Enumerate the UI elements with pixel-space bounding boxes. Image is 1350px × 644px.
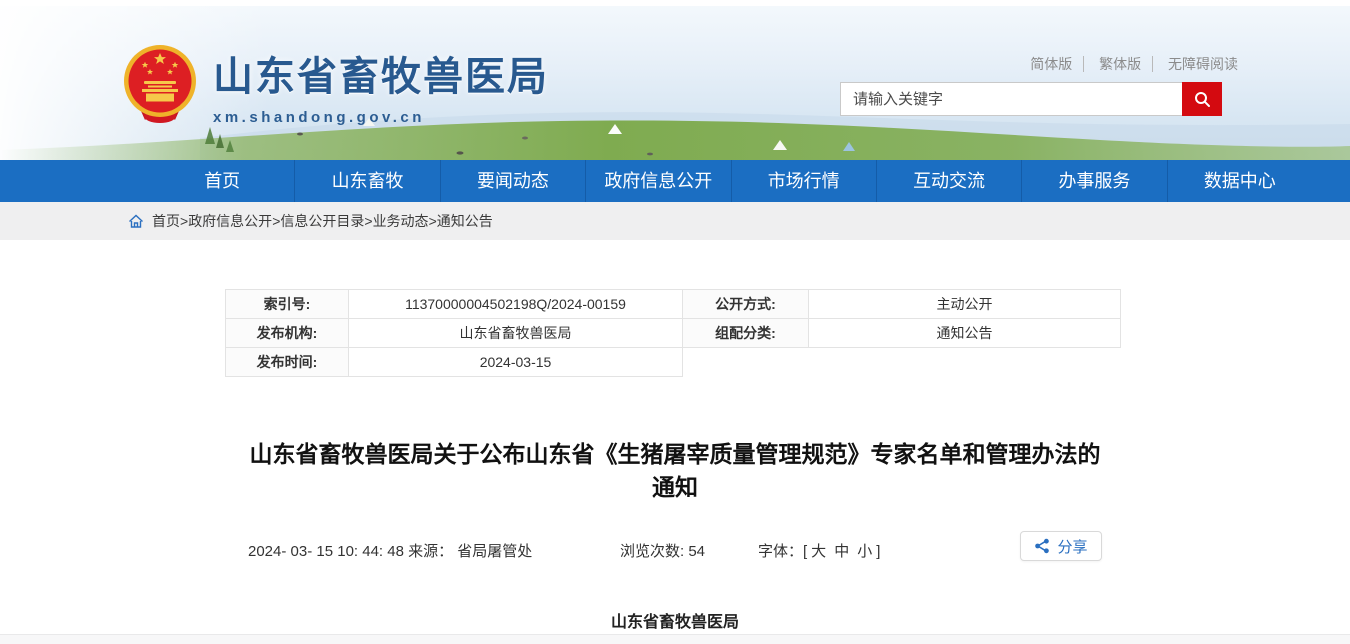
logo-text: 山东省畜牧兽医局 xm.shandong.gov.cn	[213, 44, 549, 126]
main-nav: 首页 山东畜牧 要闻动态 政府信息公开 市场行情 互动交流 办事服务 数据中心	[0, 160, 1350, 202]
search-button[interactable]	[1182, 82, 1222, 116]
category-label: 组配分类:	[683, 319, 809, 348]
top-links: 简体版 繁体版 无障碍阅读	[1019, 54, 1238, 74]
font-size-large-button[interactable]: 大	[811, 543, 826, 560]
nav-item-news[interactable]: 要闻动态	[440, 160, 585, 202]
home-icon[interactable]	[128, 214, 144, 229]
link-accessibility[interactable]: 无障碍阅读	[1157, 56, 1238, 72]
breadcrumb-separator: >	[429, 213, 437, 229]
header-banner: 山东省畜牧兽医局 xm.shandong.gov.cn 简体版 繁体版 无障碍阅…	[0, 6, 1350, 160]
bottom-strip	[0, 634, 1350, 644]
breadcrumb-gov-info[interactable]: 政府信息公开	[188, 211, 272, 231]
table-row: 发布时间: 2024-03-15	[226, 348, 1121, 377]
breadcrumb-home[interactable]: 首页	[152, 211, 180, 231]
nav-item-data-center[interactable]: 数据中心	[1167, 160, 1312, 202]
nav-item-services[interactable]: 办事服务	[1021, 160, 1166, 202]
index-number-value: 11370000004502198Q/2024-00159	[349, 290, 683, 319]
search-input[interactable]	[840, 82, 1182, 116]
national-emblem-logo	[123, 44, 197, 126]
site-logo-group[interactable]: 山东省畜牧兽医局 xm.shandong.gov.cn	[123, 44, 549, 126]
link-simplified-chinese[interactable]: 简体版	[1019, 56, 1084, 72]
publish-date-value: 2024-03-15	[349, 348, 683, 377]
breadcrumb-separator: >	[180, 213, 188, 229]
share-button[interactable]: 分享	[1020, 531, 1102, 561]
font-size-selector: 字体：[大中小]	[758, 540, 880, 561]
link-traditional-chinese[interactable]: 繁体版	[1088, 56, 1153, 72]
article-title: 山东省畜牧兽医局关于公布山东省《生猪屠宰质量管理规范》专家名单和管理办法的通知	[245, 438, 1105, 504]
table-row: 发布机构: 山东省畜牧兽医局 组配分类: 通知公告	[226, 319, 1121, 348]
share-button-label: 分享	[1057, 536, 1087, 557]
issuing-agency-label: 发布机构:	[226, 319, 349, 348]
publish-datetime-source: 2024- 03- 15 10: 44: 48 来源： 省局屠管处	[248, 540, 532, 561]
font-size-prefix: 字体：[	[758, 543, 807, 560]
disclosure-method-value: 主动公开	[809, 290, 1121, 319]
breadcrumb: 首页>政府信息公开>信息公开目录>业务动态>通知公告	[0, 202, 1350, 240]
nav-item-home[interactable]: 首页	[150, 160, 294, 202]
empty-cell	[683, 348, 809, 377]
site-url: xm.shandong.gov.cn	[213, 109, 549, 126]
search-bar	[840, 82, 1222, 116]
breadcrumb-notices[interactable]: 通知公告	[437, 211, 493, 231]
document-info-table: 索引号: 11370000004502198Q/2024-00159 公开方式:…	[225, 289, 1121, 377]
site-name: 山东省畜牧兽医局	[213, 44, 549, 102]
breadcrumb-info-catalog[interactable]: 信息公开目录	[280, 211, 364, 231]
index-number-label: 索引号:	[226, 290, 349, 319]
publish-date-label: 发布时间:	[226, 348, 349, 377]
breadcrumb-separator: >	[364, 213, 372, 229]
category-value: 通知公告	[809, 319, 1121, 348]
nav-item-gov-info-disclosure[interactable]: 政府信息公开	[585, 160, 730, 202]
nav-item-interaction[interactable]: 互动交流	[876, 160, 1021, 202]
font-size-medium-button[interactable]: 中	[834, 543, 849, 560]
view-count: 浏览次数: 54	[620, 540, 705, 561]
font-size-suffix: ]	[876, 543, 880, 560]
search-icon	[1193, 90, 1211, 108]
nav-item-market[interactable]: 市场行情	[731, 160, 876, 202]
font-size-small-button[interactable]: 小	[857, 543, 872, 560]
issuing-agency-value: 山东省畜牧兽医局	[349, 319, 683, 348]
table-row: 索引号: 11370000004502198Q/2024-00159 公开方式:…	[226, 290, 1121, 319]
breadcrumb-separator: >	[272, 213, 280, 229]
breadcrumb-business-news[interactable]: 业务动态	[373, 211, 429, 231]
empty-cell	[809, 348, 1121, 377]
article-body-first-line: 山东省畜牧兽医局	[225, 608, 1125, 632]
nav-item-shandong-xumu[interactable]: 山东畜牧	[294, 160, 439, 202]
disclosure-method-label: 公开方式:	[683, 290, 809, 319]
page: 山东省畜牧兽医局 xm.shandong.gov.cn 简体版 繁体版 无障碍阅…	[0, 0, 1350, 644]
article-meta-bar: 2024- 03- 15 10: 44: 48 来源： 省局屠管处 浏览次数: …	[225, 537, 1125, 569]
share-icon	[1034, 538, 1050, 554]
